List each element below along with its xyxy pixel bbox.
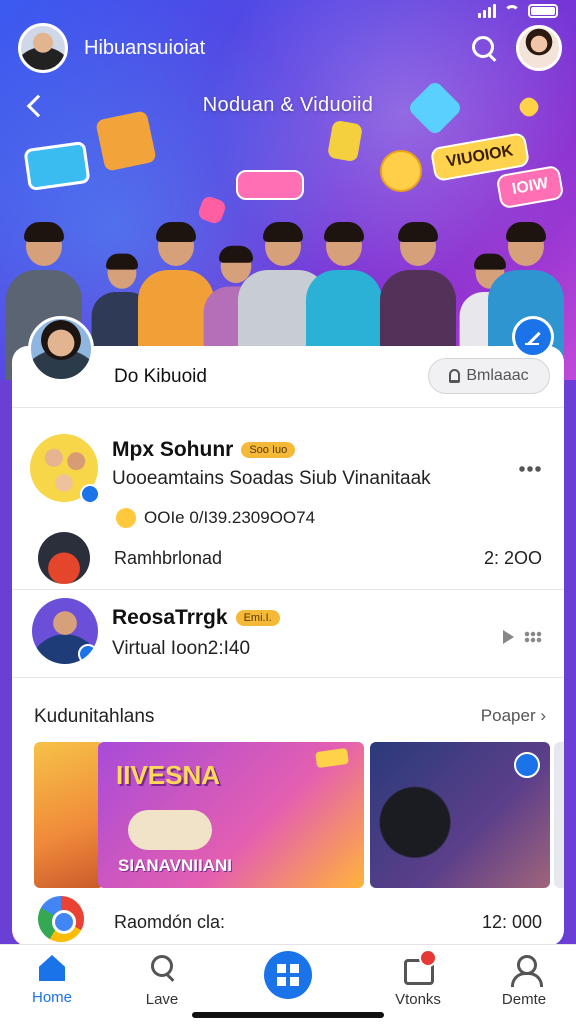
wifi-icon — [504, 5, 520, 17]
tab-home[interactable]: Home — [12, 955, 92, 1006]
list-item-value: 12: 000 — [481, 912, 542, 932]
tab-label: Vtonks — [395, 991, 441, 1008]
post-subtitle: Uooeamtains Soadas Siub Vinanitaak — [112, 468, 431, 489]
post-meta: OOIe 0/I39.2309OO74 — [116, 508, 315, 528]
hero-title: Noduan & Viduoiid — [202, 94, 374, 116]
app-title: Hibuansuioiat — [84, 36, 206, 59]
section-title: Kudunitahlans — [34, 706, 155, 727]
verified-icon — [80, 484, 100, 504]
media-title: IIVESNA — [116, 760, 221, 790]
media-thumbnail[interactable] — [34, 742, 104, 888]
bottom-tab-bar: Home Lave Vtonks Demte — [0, 944, 576, 1024]
more-options-icon[interactable] — [518, 466, 542, 472]
post-item[interactable]: ReosaTrrgk Emi.I. Virtual Ioon2:I40 — [12, 592, 564, 678]
tab-videos[interactable]: Vtonks — [378, 949, 458, 1008]
bear-mascot — [380, 150, 422, 192]
playback-controls — [503, 630, 542, 644]
top-bar: Hibuansuioiat — [18, 22, 562, 74]
user-icon — [509, 955, 543, 987]
plush-toy — [128, 810, 212, 850]
channel-avatar[interactable] — [28, 316, 94, 382]
media-thumbnail[interactable] — [370, 742, 550, 888]
media-caption: SIANAVNIIANI — [118, 856, 232, 875]
group-avatar[interactable] — [30, 434, 100, 504]
channel-name: Do Kibuoid — [114, 366, 207, 387]
section-header: Kudunitahlans Poaper › — [12, 692, 564, 736]
mini-tag — [315, 747, 349, 769]
pink-sticker — [236, 170, 304, 200]
post-subtitle: Virtual Ioon2:I40 — [112, 638, 251, 659]
subscribe-button[interactable]: Bmlaaac — [428, 358, 550, 394]
tab-label: Demte — [501, 991, 547, 1008]
tab-label: Home — [31, 989, 72, 1006]
card-sticker — [326, 119, 364, 163]
battery-icon — [528, 4, 558, 18]
channel-header: Do Kibuoid Bmlaaac — [12, 346, 564, 408]
post-title-text: Mpx Sohunr — [112, 438, 234, 461]
dots-grid-icon[interactable] — [524, 631, 542, 643]
post-title: ReosaTrrgk Emi.I. — [112, 606, 280, 630]
list-item[interactable]: Ramhbrlonad 2: 2OO — [12, 528, 564, 590]
app-avatar[interactable] — [18, 23, 68, 73]
post-tag: Soo Iuo — [241, 442, 296, 459]
sticker-label: IOIW — [495, 164, 565, 210]
content-card: Do Kibuoid Bmlaaac Mpx Sohunr Soo Iuo Uoo… — [12, 346, 564, 946]
thumbnail — [38, 532, 90, 584]
post-title: Mpx Sohunr Soo Iuo — [112, 438, 296, 462]
post-avatar[interactable] — [32, 598, 98, 664]
media-thumbnail[interactable] — [554, 742, 564, 888]
home-icon — [37, 955, 67, 981]
cube-sticker — [95, 110, 157, 172]
subscribe-label: Bmlaaac — [466, 367, 529, 384]
bell-icon — [449, 369, 461, 383]
media-carousel[interactable]: IIVESNA SIANAVNIIANI — [12, 742, 564, 892]
list-item[interactable]: Raomdón cla: 12: 000 — [12, 892, 564, 946]
apps-grid-icon — [264, 951, 312, 999]
search-icon — [147, 955, 177, 983]
post-title-text: ReosaTrrgk — [112, 606, 228, 629]
tab-label: Lave — [145, 991, 179, 1008]
post-item[interactable]: Mpx Sohunr Soo Iuo Uooeamtains Soadas Siu… — [12, 424, 564, 528]
notification-badge — [419, 949, 437, 967]
chrome-icon — [38, 896, 84, 942]
tab-create[interactable] — [248, 951, 328, 999]
signal-icon — [478, 4, 496, 18]
search-icon[interactable] — [464, 28, 504, 68]
hero-banner: Hibuansuioiat Noduan & Viduoiid VIUOIOK … — [0, 0, 576, 380]
list-item-label: Raomdón cla: — [114, 912, 226, 932]
status-bar — [0, 0, 576, 24]
list-item-label: Ramhbrlonad — [114, 548, 223, 568]
photo-frame-sticker — [23, 140, 91, 192]
play-icon[interactable] — [503, 630, 514, 644]
videos-icon — [403, 949, 437, 985]
edit-icon[interactable] — [512, 316, 554, 358]
emoji-icon — [116, 508, 136, 528]
diamond-sticker — [406, 79, 464, 137]
tab-profile[interactable]: Demte — [484, 955, 564, 1008]
section-link-text: Poaper — [480, 706, 536, 725]
section-see-more-link[interactable]: Poaper › — [481, 706, 546, 726]
post-tag: Emi.I. — [235, 610, 280, 627]
badge-icon — [514, 752, 540, 778]
post-meta-text: OOIe 0/I39.2309OO74 — [144, 508, 316, 527]
tab-search[interactable]: Lave — [122, 955, 202, 1008]
media-thumbnail[interactable]: IIVESNA SIANAVNIIANI — [98, 742, 364, 888]
verified-icon — [78, 644, 98, 664]
home-indicator — [192, 1012, 384, 1018]
list-item-value: 2: 2OO — [483, 548, 542, 568]
profile-avatar[interactable] — [516, 25, 562, 71]
